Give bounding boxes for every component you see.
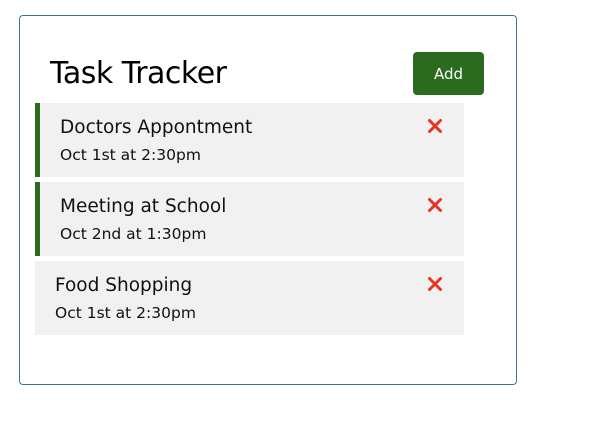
page-title: Task Tracker [50,56,227,91]
task-text: Doctors Appontment Oct 1st at 2:30pm [60,115,252,168]
task-item[interactable]: Food Shopping Oct 1st at 2:30pm [35,261,464,335]
task-text: Meeting at School Oct 2nd at 1:30pm [60,194,226,247]
task-list: Doctors Appontment Oct 1st at 2:30pm Mee… [35,103,464,340]
task-item[interactable]: Meeting at School Oct 2nd at 1:30pm [35,182,464,256]
add-task-button[interactable]: Add [413,52,484,95]
task-name: Meeting at School [60,196,227,217]
close-icon[interactable] [427,197,443,213]
task-date: Oct 2nd at 1:30pm [60,225,207,243]
task-date: Oct 1st at 2:30pm [60,146,201,164]
task-name: Food Shopping [55,275,193,296]
task-text: Food Shopping Oct 1st at 2:30pm [55,273,196,326]
close-icon[interactable] [427,118,443,134]
task-name: Doctors Appontment [60,117,253,138]
close-icon[interactable] [427,276,443,292]
task-date: Oct 1st at 2:30pm [55,304,196,322]
task-item[interactable]: Doctors Appontment Oct 1st at 2:30pm [35,103,464,177]
header: Task Tracker Add [50,52,484,96]
